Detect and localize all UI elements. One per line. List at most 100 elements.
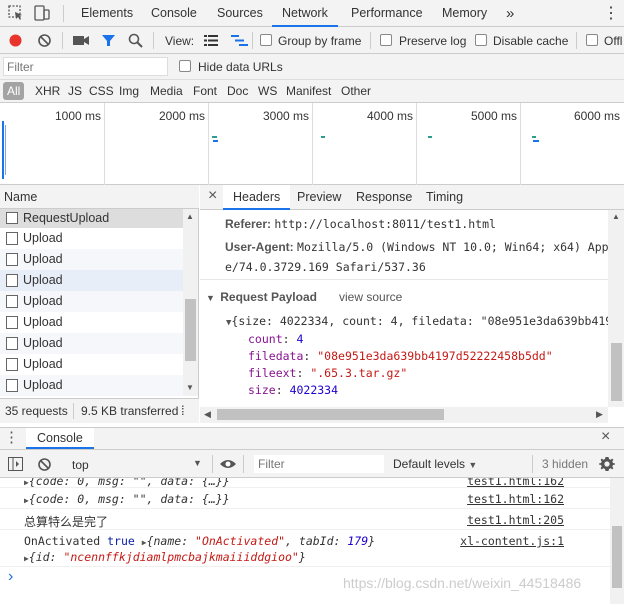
message-source-link[interactable]: xl-content.js:1: [460, 534, 564, 548]
console-message[interactable]: OnActivated true ▶{name: "OnActivated", …: [0, 530, 610, 567]
user-agent-header: User-Agent: Mozilla/5.0 (Windows NT 10.0…: [225, 240, 608, 254]
view-source-link[interactable]: view source: [339, 290, 402, 304]
type-css[interactable]: CSS: [89, 84, 114, 98]
context-selector[interactable]: top ▼: [64, 455, 206, 473]
scroll-up-icon[interactable]: ▲: [186, 212, 194, 221]
type-other[interactable]: Other: [341, 84, 371, 98]
request-row[interactable]: Upload: [0, 312, 183, 333]
type-xhr[interactable]: XHR: [35, 84, 60, 98]
waterfall-icon[interactable]: [231, 34, 248, 47]
hide-data-urls-checkbox[interactable]: [179, 60, 191, 72]
tab-elements[interactable]: Elements: [81, 0, 133, 27]
request-row[interactable]: Upload: [0, 228, 183, 249]
request-row[interactable]: Upload: [0, 291, 183, 312]
request-payload-section[interactable]: ▼ Request Payload: [206, 290, 317, 304]
message-source-link[interactable]: test1.html:205: [467, 513, 564, 527]
offline-checkbox[interactable]: [586, 34, 598, 46]
request-row[interactable]: RequestUpload: [0, 209, 183, 228]
divider: [576, 32, 577, 49]
field-value: "08e951e3da639bb4197d52222458b5dd": [317, 349, 553, 363]
console-prompt-row[interactable]: › https://blog.csdn.net/weixin_44518486: [0, 567, 610, 604]
device-toolbar-icon[interactable]: [33, 5, 51, 21]
live-expression-eye-icon[interactable]: [219, 458, 237, 470]
request-row[interactable]: Upload: [0, 375, 183, 396]
console-scrollbar[interactable]: [610, 478, 624, 604]
close-icon[interactable]: ×: [208, 187, 217, 205]
tab-network[interactable]: Network: [272, 0, 338, 27]
type-img[interactable]: Img: [119, 84, 139, 98]
filter-icon[interactable]: [101, 33, 116, 48]
type-ws[interactable]: WS: [258, 84, 277, 98]
large-rows-icon[interactable]: [204, 34, 218, 47]
scrollbar-thumb[interactable]: [611, 343, 622, 401]
object-string: "ncennffkjdiamlpmcbajkmaiiiddgioo": [63, 550, 299, 564]
divider: [243, 455, 244, 473]
tab-sources[interactable]: Sources: [217, 0, 263, 27]
type-all[interactable]: All: [7, 84, 20, 98]
request-icon: [6, 212, 18, 224]
tab-headers[interactable]: Headers: [223, 185, 291, 210]
scrollbar-thumb[interactable]: [217, 409, 444, 420]
tab-preview[interactable]: Preview: [297, 185, 341, 210]
payload-field: filedata: "08e951e3da639bb4197d52222458b…: [248, 349, 553, 363]
type-media[interactable]: Media: [150, 84, 183, 98]
message-source-link[interactable]: test1.html:162: [467, 478, 564, 488]
clear-console-icon[interactable]: [37, 457, 52, 472]
drawer-menu-icon[interactable]: ⋮: [4, 428, 19, 446]
tab-response[interactable]: Response: [356, 185, 412, 210]
timeline-tick-label: 3000 ms: [262, 109, 309, 123]
detail-horizontal-scrollbar[interactable]: ◀ ▶: [200, 407, 608, 423]
clear-icon[interactable]: [37, 33, 52, 48]
tab-memory[interactable]: Memory: [442, 0, 487, 27]
scrollbar-thumb[interactable]: [185, 299, 196, 361]
request-list-scrollbar[interactable]: ▲ ▼: [183, 209, 198, 396]
request-icon: [6, 274, 18, 287]
type-js[interactable]: JS: [68, 84, 82, 98]
console-settings-gear-icon[interactable]: [599, 456, 615, 472]
disable-cache-checkbox[interactable]: [475, 34, 487, 46]
tab-performance[interactable]: Performance: [351, 0, 423, 27]
scroll-right-icon[interactable]: ▶: [596, 409, 603, 420]
request-row[interactable]: Upload: [0, 249, 183, 270]
console-message[interactable]: ▶{code: 0, msg: "", data: {…}} test1.htm…: [0, 478, 610, 488]
tab-console-drawer[interactable]: Console: [26, 428, 94, 449]
payload-field: fileext: ".65.3.tar.gz": [248, 366, 408, 380]
tab-console[interactable]: Console: [151, 0, 197, 27]
type-doc[interactable]: Doc: [227, 84, 248, 98]
detail-vertical-scrollbar[interactable]: ▲: [608, 210, 624, 407]
scroll-down-icon[interactable]: ▼: [186, 383, 194, 392]
group-by-frame-checkbox[interactable]: [260, 34, 272, 46]
scroll-up-icon[interactable]: ▲: [612, 212, 620, 221]
tab-timing[interactable]: Timing: [426, 185, 463, 210]
capture-screenshots-icon[interactable]: [73, 34, 89, 47]
request-row[interactable]: Upload: [0, 333, 183, 354]
inspect-element-icon[interactable]: [8, 5, 24, 21]
console-message[interactable]: 总算特么是完了 test1.html:205: [0, 509, 610, 530]
scrollbar-thumb[interactable]: [612, 526, 622, 588]
message-source-link[interactable]: test1.html:162: [467, 492, 564, 506]
close-drawer-icon[interactable]: ×: [601, 428, 610, 446]
request-list-header[interactable]: Name: [0, 185, 199, 209]
console-message[interactable]: ▶{code: 0, msg: "", data: {…}} test1.htm…: [0, 488, 610, 509]
payload-field: count: 4: [248, 332, 304, 346]
filter-row: Hide data URLs: [0, 54, 624, 80]
timeline-overview[interactable]: 1000 ms 2000 ms 3000 ms 4000 ms 5000 ms …: [0, 103, 624, 185]
sidebar-toggle-icon[interactable]: [8, 457, 23, 471]
scroll-left-icon[interactable]: ◀: [204, 409, 211, 420]
message-object: ▶{code: 0, msg: "", data: {…}}: [24, 478, 230, 488]
console-filter-input[interactable]: [254, 455, 384, 473]
search-icon[interactable]: [128, 33, 143, 48]
menu-icon[interactable]: ⋮: [603, 0, 619, 27]
request-row[interactable]: Upload: [0, 354, 183, 375]
payload-summary[interactable]: ▼{size: 4022334, count: 4, filedata: "08…: [226, 314, 608, 328]
type-font[interactable]: Font: [193, 84, 217, 98]
log-levels-dropdown[interactable]: Default levels ▼: [393, 457, 477, 471]
divider: [62, 32, 63, 49]
timeline-bar: [533, 140, 539, 142]
record-icon[interactable]: [8, 33, 23, 48]
request-row[interactable]: Upload: [0, 270, 183, 291]
preserve-log-checkbox[interactable]: [380, 34, 392, 46]
type-manifest[interactable]: Manifest: [286, 84, 331, 98]
filter-input[interactable]: [3, 57, 168, 76]
more-tabs-icon[interactable]: »: [506, 0, 514, 27]
